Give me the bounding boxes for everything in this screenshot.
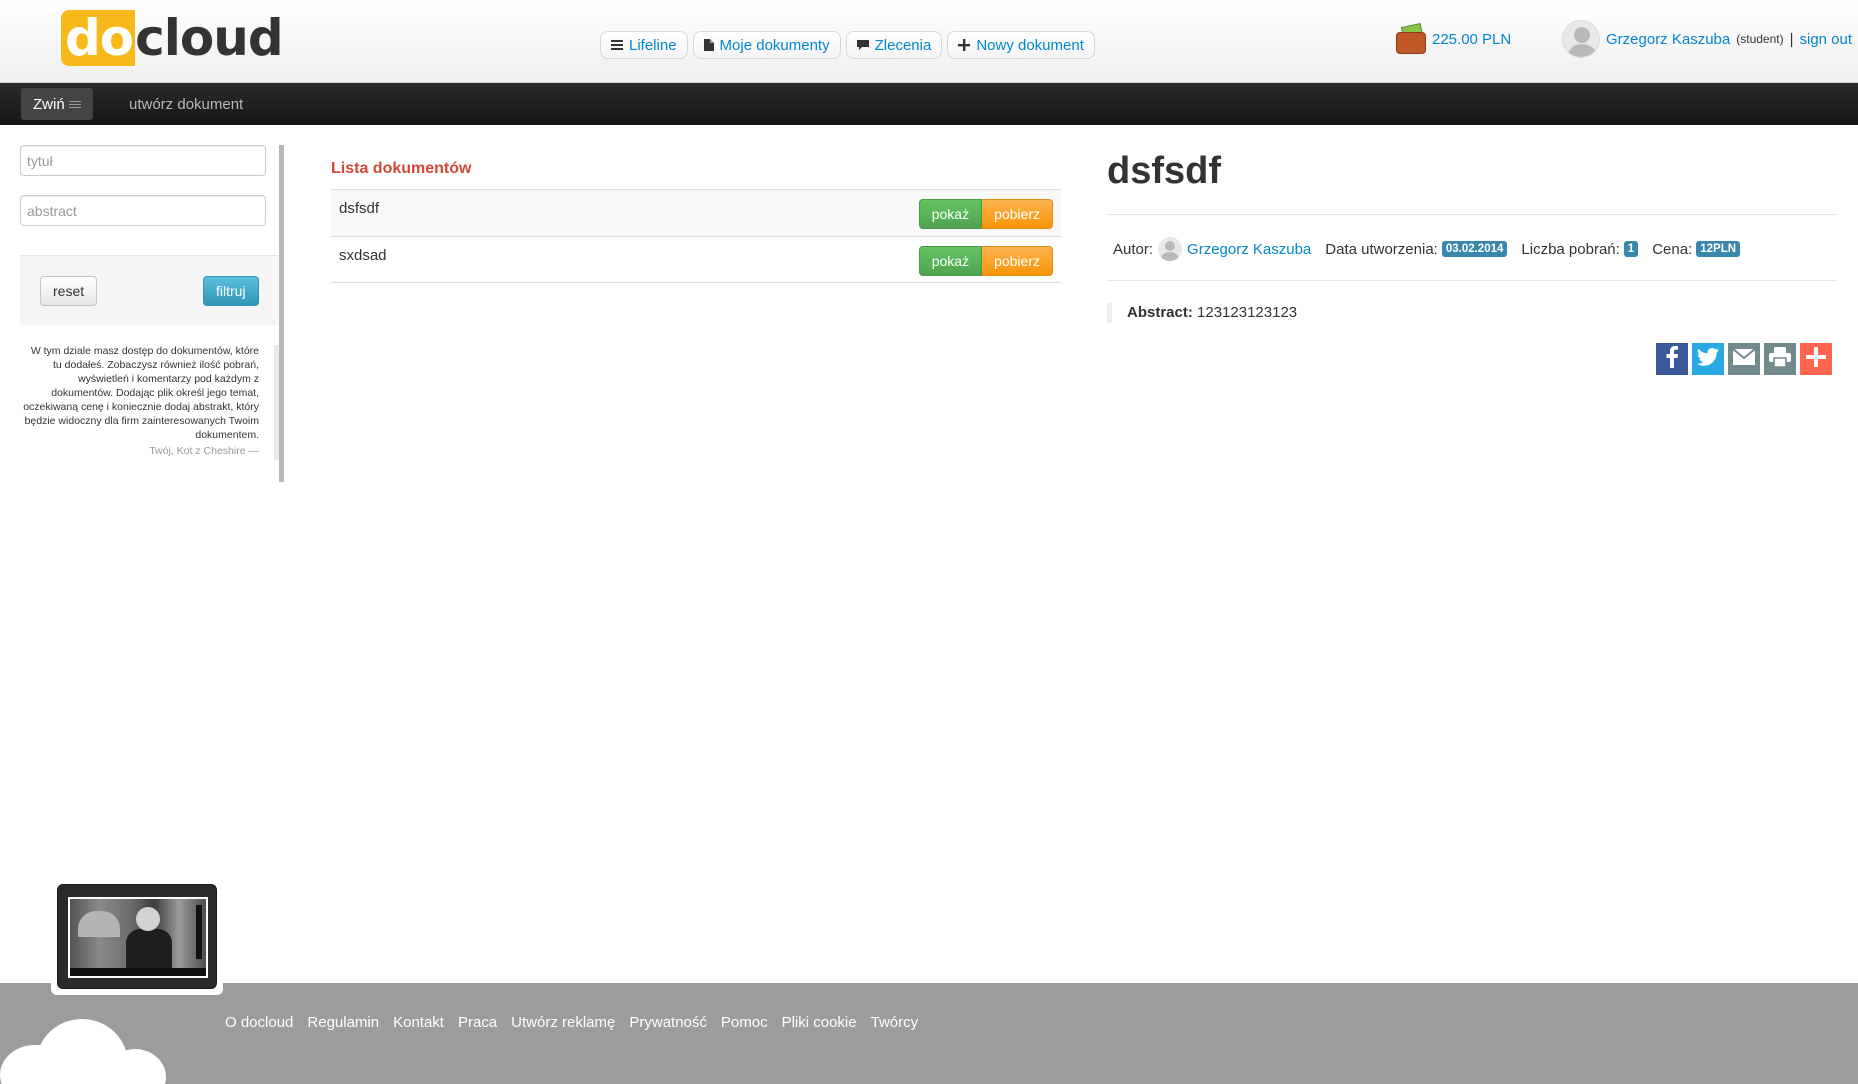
document-list: Lista dokumentów dsfsdf pokaż pobierz sx… [331,160,1061,283]
download-button[interactable]: pobierz [982,199,1053,229]
footer-link-contact[interactable]: Kontakt [393,1014,444,1031]
price-badge: 12PLN [1696,241,1741,257]
wallet-balance[interactable]: 225.00 PLN [1396,23,1512,54]
tv-frame [57,884,217,989]
docloud-logo[interactable]: do cloud [61,9,284,67]
footer-link-help[interactable]: Pomoc [721,1014,768,1031]
plus-share-icon [1806,347,1826,371]
share-toolbar [1656,343,1832,375]
plus-icon [958,39,971,51]
abstract-label: Abstract: [1127,304,1193,321]
print-share-button[interactable] [1764,343,1796,375]
video-thumbnail[interactable] [68,897,208,978]
divider [1107,280,1837,281]
nav-orders-label: Zlecenia [874,36,932,54]
title-filter-input[interactable] [20,145,266,176]
author-avatar [1158,237,1183,261]
nav-new-document-button[interactable]: Nowy dokument [947,31,1095,59]
footer-link-create-ad[interactable]: Utwórz reklamę [511,1014,615,1031]
print-icon [1769,347,1791,371]
twitter-icon [1697,348,1719,370]
nav-new-document-label: Nowy dokument [976,36,1084,54]
sidebar-help-text: W tym dziale masz dostęp do dokumentów, … [20,344,259,458]
download-button[interactable]: pobierz [982,246,1053,276]
footer-cloud-decoration [0,1017,170,1084]
nav-lifeline-label: Lifeline [629,36,677,54]
footer-link-cookies[interactable]: Pliki cookie [782,1014,857,1031]
email-icon [1732,348,1756,369]
sub-navbar: Zwiń utwórz dokument [0,83,1858,125]
collapse-sidebar-button[interactable]: Zwiń [21,88,93,120]
footer-link-about[interactable]: O docloud [225,1014,293,1031]
document-detail: dsfsdf Autor: Grzegorz Kaszuba Data utwo… [1107,150,1837,375]
abstract-block: Abstract: 123123123123 [1107,303,1297,323]
footer-link-privacy[interactable]: Prywatność [629,1014,707,1031]
abstract-filter-input[interactable] [20,195,266,226]
facebook-icon [1663,346,1681,372]
footer-link-jobs[interactable]: Praca [458,1014,497,1031]
sidebar-scrollbar[interactable] [279,145,284,482]
show-button[interactable]: pokaż [918,246,983,276]
create-document-link[interactable]: utwórz dokument [129,96,243,113]
document-row[interactable]: sxdsad pokaż pobierz [331,236,1061,283]
more-share-button[interactable] [1800,343,1832,375]
logo-part-do: do [61,10,136,66]
document-actions: pokaż pobierz [918,199,1053,229]
top-header: do cloud Lifeline Moje dokumenty Zlecenia… [0,0,1858,83]
downloads-label: Liczba pobrań: [1521,240,1620,258]
document-actions: pokaż pobierz [918,246,1053,276]
wallet-amount: 225.00 PLN [1432,30,1512,48]
email-share-button[interactable] [1728,343,1760,375]
show-button[interactable]: pokaż [918,199,983,229]
user-separator: | [1789,30,1794,48]
video-widget[interactable] [51,878,223,995]
user-name-link[interactable]: Grzegorz Kaszuba [1606,31,1730,48]
downloads-count-badge: 1 [1623,241,1639,257]
footer-link-creators[interactable]: Twórcy [871,1014,919,1031]
nav-lifeline-button[interactable]: Lifeline [600,31,688,59]
document-icon [703,39,714,51]
document-title: sxdsad [339,247,387,264]
facebook-share-button[interactable] [1656,343,1688,375]
comment-icon [856,39,869,51]
document-list-heading: Lista dokumentów [331,160,472,177]
collapse-label: Zwiń [33,95,65,113]
video-controls [70,968,206,976]
logo-part-cloud: cloud [135,9,284,67]
price-label: Cena: [1652,240,1693,258]
main-nav: Lifeline Moje dokumenty Zlecenia Nowy do… [600,31,1095,59]
sign-out-link[interactable]: sign out [1800,31,1853,48]
help-paragraph: W tym dziale masz dostęp do dokumentów, … [23,345,259,441]
abstract-text: 123123123123 [1197,304,1298,321]
user-menu: Grzegorz Kaszuba (student) | sign out [1562,20,1852,58]
created-date-badge: 03.02.2014 [1441,241,1508,257]
volume-bar [196,905,202,959]
list-icon [611,39,623,51]
wallet-icon [1396,23,1426,54]
filter-actions: reset filtruj [20,255,278,325]
filter-button[interactable]: filtruj [203,276,259,306]
help-signature: Twój, Kot z Cheshire — [149,445,259,457]
nav-orders-button[interactable]: Zlecenia [845,31,943,59]
divider [1107,214,1837,215]
created-label: Data utworzenia: [1325,240,1438,258]
footer-links: O docloud Regulamin Kontakt Praca Utwórz… [225,1014,918,1031]
document-meta: Autor: Grzegorz Kaszuba Data utworzenia:… [1113,237,1741,261]
footer-link-terms[interactable]: Regulamin [307,1014,379,1031]
reset-button[interactable]: reset [40,276,98,306]
author-link[interactable]: Grzegorz Kaszuba [1187,241,1311,258]
user-role: (student) [1736,32,1784,46]
nav-my-documents-button[interactable]: Moje dokumenty [692,31,841,59]
nav-my-documents-label: Moje dokumenty [719,36,830,54]
page-footer: O docloud Regulamin Kontakt Praca Utwórz… [0,983,1858,1084]
document-title: dsfsdf [339,200,380,217]
document-row[interactable]: dsfsdf pokaż pobierz [331,189,1061,236]
author-label: Autor: [1113,240,1154,258]
menu-icon [68,99,81,110]
user-avatar[interactable] [1562,20,1600,58]
document-detail-title: dsfsdf [1107,150,1221,192]
twitter-share-button[interactable] [1692,343,1724,375]
